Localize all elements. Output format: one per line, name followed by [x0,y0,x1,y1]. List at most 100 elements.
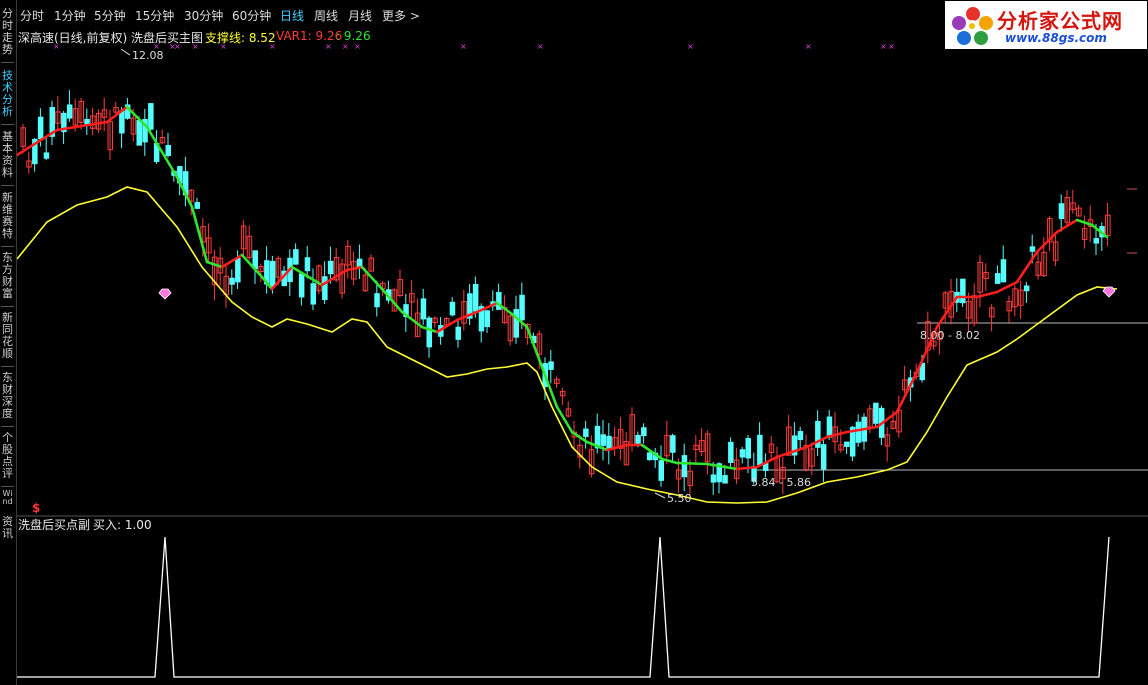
candle-body [472,283,479,312]
candle-body [1029,246,1036,252]
kline-chart[interactable]: × × ×× × × × × × × × × × × × × 12.08 5.50 8.00 - 8.02 … [17,27,1148,685]
tab-more[interactable]: 更多 > [382,7,420,24]
sidebar-item-eastmoney[interactable]: 东方财富 [0,252,15,300]
trend-segment [660,457,679,465]
price-low-label: 5.50 [667,492,692,505]
sidebar-divider [1,246,14,247]
candle-body [426,317,432,348]
candle-body [235,257,241,283]
candle-body [548,361,554,370]
candle-body [710,474,717,483]
candle-body [519,294,525,321]
top-x-marker: × [888,42,895,51]
candle-body [322,276,328,301]
sidebar-item-timeshare[interactable]: 分时走势 [0,8,15,56]
candle-body [1058,203,1065,220]
buy-signal-line [17,536,1110,678]
top-x-marker: × [174,42,181,51]
candle-body [745,438,751,459]
support-line [17,186,1118,504]
candle-body [269,260,276,288]
top-x-marker: × [342,42,349,51]
candle-body [844,441,850,447]
gem-icon [158,288,172,300]
top-x-marker: × [805,42,812,51]
candle-body [484,310,490,328]
candle-body [229,277,235,285]
candle-body [37,116,44,140]
top-x-marker: × [460,42,467,51]
sidebar-divider [1,366,14,367]
candle-body [606,435,612,450]
sidebar-item-tonghuashun[interactable]: 新同花顺 [0,312,15,360]
sidebar-divider [1,306,14,307]
candle-body [646,452,653,461]
top-x-marker: × [354,42,361,51]
top-x-marker: × [687,42,694,51]
dollar-marker: $ [32,501,40,515]
top-x-marker: × [220,42,227,51]
candle-body [1000,259,1007,283]
sidebar-item-xinwei[interactable]: 新维赛特 [0,192,15,240]
candle-body [293,249,299,265]
candle-body [252,250,258,270]
gem-icon [1102,286,1116,298]
tab-daily[interactable]: 日线 [280,7,304,24]
candle-body [635,434,641,444]
candle-body [641,427,647,437]
tab-60min[interactable]: 60分钟 [232,7,271,24]
tab-monthly[interactable]: 月线 [348,7,372,24]
candle-body [1023,285,1030,292]
top-x-marker: × [53,42,60,51]
price-high-label: 12.08 [132,49,164,62]
tab-1min[interactable]: 1分钟 [54,7,86,24]
candle-body [455,326,461,340]
candle-body [722,475,728,484]
candle-body [119,110,125,134]
candle-body [739,449,746,458]
candle-body [855,421,862,443]
candle-body [583,428,589,437]
sidebar-item-stock-review[interactable]: 个股点评 [0,432,15,480]
trend-line [17,105,1109,471]
sidebar-item-wind[interactable]: Wind [0,490,15,506]
candle-body [826,416,833,438]
sidebar: 分时走势 技术分析 基本资料 新维赛特 东方财富 新同花顺 东财深度 个股点评 … [0,0,17,685]
candle-body [298,273,305,298]
top-x-marker: × [537,42,544,51]
candle-body [327,260,334,275]
top-x-marker: × [192,42,199,51]
candle-body [600,434,606,446]
sidebar-divider [1,185,14,186]
candle-body [356,258,363,268]
candle-body [304,257,311,272]
candle-body [797,431,804,441]
tab-timeshare[interactable]: 分时 [20,7,44,24]
sidebar-divider [1,486,14,487]
sidebar-item-basic-info[interactable]: 基本资料 [0,131,15,179]
sub-chart-title: 洗盘后买点副 [18,517,90,532]
sidebar-item-technical-analysis[interactable]: 技术分析 [0,70,15,118]
sidebar-divider [1,124,14,125]
trend-segment [675,461,709,466]
trend-segment [555,405,574,434]
tab-5min[interactable]: 5分钟 [94,7,126,24]
candle-body [873,402,879,424]
trend-segment [525,325,544,369]
sidebar-divider [1,426,14,427]
tab-15min[interactable]: 15分钟 [135,7,174,24]
range-label-upper: 8.00 - 8.02 [920,329,980,342]
sidebar-divider [1,62,14,63]
sidebar-item-news[interactable]: 资讯 [0,516,15,540]
trend-segment [895,370,919,414]
sidebar-item-dongcai-depth[interactable]: 东财深度 [0,372,15,420]
candle-body [165,145,171,157]
candle-body [681,455,688,478]
candle-body [194,202,200,209]
candle-body [728,441,734,463]
candle-body [1093,238,1099,244]
tab-30min[interactable]: 30分钟 [184,7,223,24]
trend-segment [1015,250,1039,284]
tab-weekly[interactable]: 周线 [314,7,338,24]
candle-body [420,298,427,320]
